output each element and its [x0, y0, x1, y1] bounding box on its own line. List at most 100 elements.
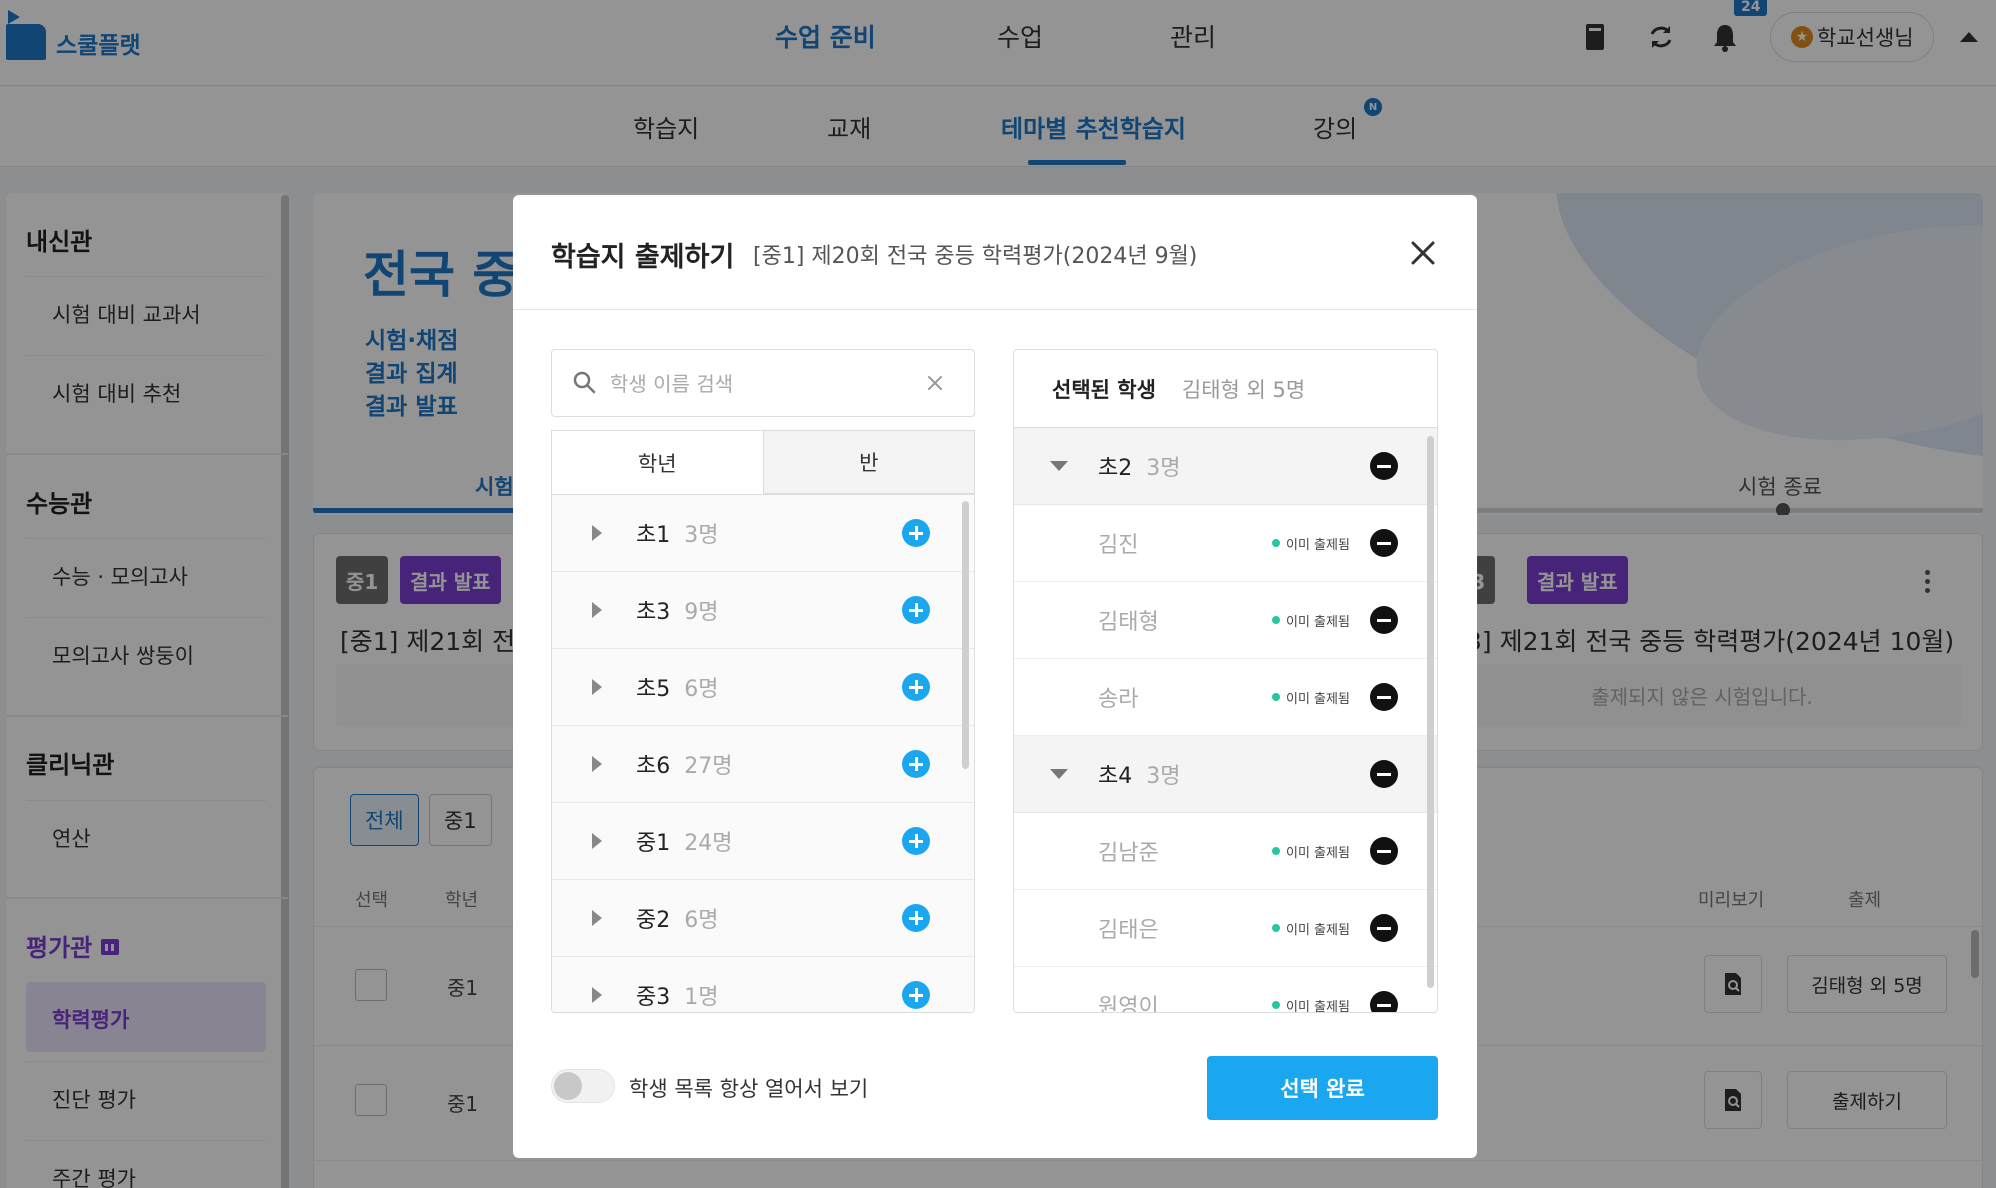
- selected-student: 송라 이미 출제됨: [1014, 659, 1437, 736]
- add-icon[interactable]: [902, 596, 930, 624]
- selected-group-label: 초4 3명: [1098, 758, 1181, 790]
- student-name: 김태형: [1098, 610, 1159, 635]
- grade-name: 초3: [636, 600, 671, 625]
- grade-row[interactable]: 초3 9명: [552, 572, 974, 649]
- status-dot-icon: [1272, 616, 1280, 624]
- group-count: 3명: [1146, 764, 1181, 789]
- remove-icon[interactable]: [1370, 760, 1398, 788]
- caret-right-icon[interactable]: [592, 987, 602, 1003]
- caret-down-icon[interactable]: [1050, 461, 1068, 471]
- status-dot-icon: [1272, 539, 1280, 547]
- grade-count: 6명: [684, 908, 719, 933]
- grade-row-label: 초6 27명: [636, 748, 732, 780]
- student-search: [551, 349, 975, 417]
- group-name: 초2: [1098, 456, 1133, 481]
- grade-count: 24명: [684, 831, 733, 856]
- selected-student: 김남준 이미 출제됨: [1014, 813, 1437, 890]
- remove-icon[interactable]: [1370, 683, 1398, 711]
- assigned-status: 이미 출제됨: [1272, 611, 1350, 630]
- assigned-status-text: 이미 출제됨: [1286, 922, 1350, 938]
- grade-row-label: 중3 1명: [636, 979, 719, 1011]
- always-open-toggle[interactable]: [551, 1069, 615, 1103]
- modal-header: 학습지 출제하기 [중1] 제20회 전국 중등 학력평가(2024년 9월): [513, 195, 1477, 310]
- modal-title: 학습지 출제하기: [551, 242, 735, 273]
- grade-count: 1명: [684, 985, 719, 1010]
- caret-right-icon[interactable]: [592, 602, 602, 618]
- status-dot-icon: [1272, 1001, 1280, 1009]
- add-icon[interactable]: [902, 750, 930, 778]
- student-name: 송라: [1098, 687, 1139, 712]
- status-dot-icon: [1272, 847, 1280, 855]
- tab-grade[interactable]: 학년: [552, 431, 764, 494]
- caret-down-icon[interactable]: [1050, 769, 1068, 779]
- grade-name: 초6: [636, 754, 671, 779]
- caret-right-icon[interactable]: [592, 525, 602, 541]
- grade-row-label: 초1 3명: [636, 517, 719, 549]
- grade-row-label: 초3 9명: [636, 594, 719, 626]
- grade-row[interactable]: 초6 27명: [552, 726, 974, 803]
- student-name: 김태은: [1098, 918, 1159, 943]
- add-icon[interactable]: [902, 519, 930, 547]
- selected-list-scrollbar[interactable]: [1427, 436, 1434, 988]
- add-icon[interactable]: [902, 827, 930, 855]
- assigned-status: 이미 출제됨: [1272, 534, 1350, 553]
- grade-count: 6명: [684, 677, 719, 702]
- assign-worksheet-modal: 학습지 출제하기 [중1] 제20회 전국 중등 학력평가(2024년 9월) …: [513, 195, 1477, 1158]
- assigned-status: 이미 출제됨: [1272, 919, 1350, 938]
- grade-count: 9명: [684, 600, 719, 625]
- grade-count: 27명: [684, 754, 733, 779]
- selected-student: 김진 이미 출제됨: [1014, 505, 1437, 582]
- grade-row[interactable]: 초1 3명: [552, 495, 974, 572]
- add-icon[interactable]: [902, 904, 930, 932]
- caret-right-icon[interactable]: [592, 756, 602, 772]
- grade-name: 중2: [636, 908, 671, 933]
- modal-subtitle: [중1] 제20회 전국 중등 학력평가(2024년 9월): [753, 244, 1198, 269]
- search-icon: [573, 371, 596, 394]
- grade-count: 3명: [684, 523, 719, 548]
- caret-right-icon[interactable]: [592, 679, 602, 695]
- assigned-status-text: 이미 출제됨: [1286, 845, 1350, 861]
- grade-name: 중1: [636, 831, 671, 856]
- grade-row[interactable]: 중1 24명: [552, 803, 974, 880]
- caret-right-icon[interactable]: [592, 910, 602, 926]
- group-tabs: 학년 반: [551, 430, 975, 494]
- remove-icon[interactable]: [1370, 837, 1398, 865]
- close-icon[interactable]: [1403, 233, 1443, 273]
- grade-list-scrollbar[interactable]: [962, 501, 969, 769]
- grade-row[interactable]: 초5 6명: [552, 649, 974, 726]
- grade-row-label: 초5 6명: [636, 671, 719, 703]
- selected-students: 선택된 학생 김태형 외 5명 초2 3명 김진 이미 출제됨 김태형 이미 출제됨 …: [1013, 349, 1438, 1013]
- remove-icon[interactable]: [1370, 529, 1398, 557]
- student-name: 원영이: [1098, 995, 1159, 1013]
- group-name: 초4: [1098, 764, 1133, 789]
- remove-icon[interactable]: [1370, 914, 1398, 942]
- remove-icon[interactable]: [1370, 452, 1398, 480]
- grade-name: 중3: [636, 985, 671, 1010]
- grade-row-label: 중2 6명: [636, 902, 719, 934]
- selected-student: 김태은 이미 출제됨: [1014, 890, 1437, 967]
- selected-student: 김태형 이미 출제됨: [1014, 582, 1437, 659]
- add-icon[interactable]: [902, 673, 930, 701]
- selected-group[interactable]: 초2 3명: [1014, 428, 1437, 505]
- grade-row[interactable]: 중3 1명: [552, 957, 974, 1012]
- selected-group[interactable]: 초4 3명: [1014, 736, 1437, 813]
- remove-icon[interactable]: [1370, 606, 1398, 634]
- toggle-label: 학생 목록 항상 열어서 보기: [629, 1077, 869, 1101]
- assigned-status-text: 이미 출제됨: [1286, 614, 1350, 630]
- grade-row[interactable]: 중2 6명: [552, 880, 974, 957]
- assigned-status: 이미 출제됨: [1272, 688, 1350, 707]
- assigned-status-text: 이미 출제됨: [1286, 691, 1350, 707]
- add-icon[interactable]: [902, 981, 930, 1009]
- selected-student: 원영이 이미 출제됨: [1014, 967, 1437, 1013]
- clear-icon[interactable]: [924, 372, 946, 394]
- caret-right-icon[interactable]: [592, 833, 602, 849]
- grade-row-label: 중1 24명: [636, 825, 732, 857]
- remove-icon[interactable]: [1370, 991, 1398, 1012]
- student-search-input[interactable]: [610, 366, 910, 402]
- selected-summary: 김태형 외 5명: [1181, 377, 1306, 402]
- confirm-selection-button[interactable]: 선택 완료: [1207, 1056, 1438, 1120]
- assigned-status-text: 이미 출제됨: [1286, 999, 1350, 1013]
- group-count: 3명: [1146, 456, 1181, 481]
- tab-class[interactable]: 반: [763, 431, 974, 494]
- grade-list: 초1 3명 초3 9명 초5 6명 초6 27명 중1 24명 중2 6명 중3 1명: [551, 494, 975, 1013]
